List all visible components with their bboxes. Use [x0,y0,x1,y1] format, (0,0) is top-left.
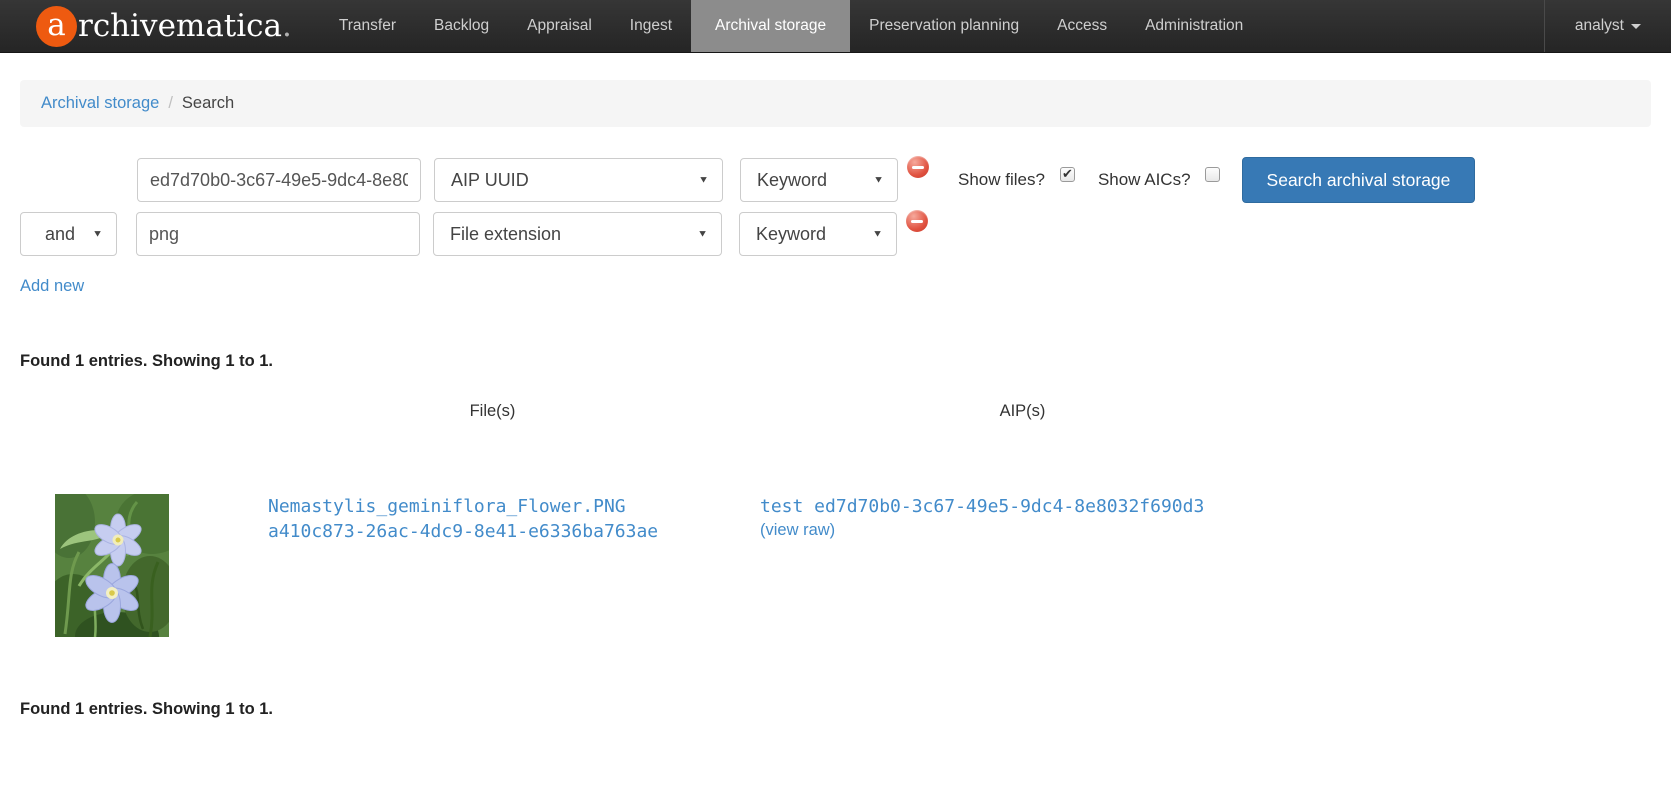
view-raw-link[interactable]: (view raw) [760,521,835,540]
aip-link[interactable]: test ed7d70b0-3c67-49e5-9dc4-8e8032f690d… [760,494,1204,519]
boolean-operator-select[interactable]: and ▼ [20,212,117,256]
search-criterion-row: and ▼ File extension ▼ Keyword ▼ [20,212,1651,256]
results-table: File(s) AIP(s) [20,400,1300,637]
table-row-file-cell: Nemastylis_geminiflora_Flower.PNG a410c8… [240,421,745,637]
file-name-link[interactable]: Nemastylis_geminiflora_Flower.PNG [268,494,626,519]
nav-item-appraisal[interactable]: Appraisal [508,0,611,52]
add-new-link[interactable]: Add new [20,277,84,296]
nav-item-ingest[interactable]: Ingest [611,0,691,52]
nav-item-archival-storage[interactable]: Archival storage [691,0,850,52]
flower-photo-thumbnail [55,494,169,637]
minus-circle-icon[interactable] [907,156,929,178]
query-type-select-1[interactable]: Keyword ▼ [740,158,898,202]
search-criterion-row: AIP UUID ▼ Keyword ▼ Show files? Show AI… [20,158,1651,202]
logo-orange-a-icon: a [36,6,77,47]
query-type-select-2-value: Keyword [756,224,826,245]
logo-period: . [282,8,292,44]
select-arrow-icon: ▼ [872,229,883,239]
archivematica-logo[interactable]: archivematica. [0,0,292,52]
show-files-checkbox[interactable] [1060,167,1075,182]
user-name: analyst [1575,17,1624,35]
table-row-aip-cell: test ed7d70b0-3c67-49e5-9dc4-8e8032f690d… [745,421,1300,637]
caret-down-icon [1631,24,1641,29]
field-select-1-value: AIP UUID [451,170,529,191]
breadcrumb: Archival storage / Search [20,80,1651,127]
results-summary-top: Found 1 entries. Showing 1 to 1. [20,352,1651,371]
show-aics-checkbox[interactable] [1205,167,1220,182]
main-navigation: Transfer Backlog Appraisal Ingest Archiv… [320,0,1262,52]
user-dropdown[interactable]: analyst [1544,0,1671,52]
files-column-header: File(s) [240,400,745,421]
field-select-1[interactable]: AIP UUID ▼ [434,158,723,202]
thumbnail-column-header [20,400,240,421]
field-select-2-value: File extension [450,224,561,245]
logo-text: rchivematica [78,8,282,44]
table-row-thumbnail-cell [20,421,240,637]
results-summary-bottom: Found 1 entries. Showing 1 to 1. [20,700,1651,719]
query-type-select-1-value: Keyword [757,170,827,191]
nav-item-administration[interactable]: Administration [1126,0,1262,52]
aips-column-header: AIP(s) [745,400,1300,421]
nav-item-access[interactable]: Access [1038,0,1126,52]
query-type-select-2[interactable]: Keyword ▼ [739,212,897,256]
show-aics-label: Show AICs? [1098,170,1191,190]
nav-item-preservation-planning[interactable]: Preservation planning [850,0,1038,52]
nav-item-transfer[interactable]: Transfer [320,0,415,52]
select-arrow-icon: ▼ [873,175,884,185]
show-files-label: Show files? [958,170,1045,190]
result-thumbnail-link[interactable] [55,494,240,637]
minus-circle-icon[interactable] [906,210,928,232]
breadcrumb-separator: / [168,94,173,112]
file-uuid-link[interactable]: a410c873-26ac-4dc9-8e41-e6336ba763ae [268,519,658,544]
select-arrow-icon: ▼ [698,175,709,185]
breadcrumb-archival-storage-link[interactable]: Archival storage [41,94,159,112]
boolean-operator-value: and [45,224,75,245]
search-archival-storage-button[interactable]: Search archival storage [1242,157,1476,203]
field-select-2[interactable]: File extension ▼ [433,212,722,256]
archival-storage-search-form: AIP UUID ▼ Keyword ▼ Show files? Show AI… [20,158,1651,296]
select-arrow-icon: ▼ [697,229,708,239]
nav-item-backlog[interactable]: Backlog [415,0,508,52]
breadcrumb-current-page: Search [182,94,234,112]
select-arrow-icon: ▼ [92,229,103,239]
query-input-1[interactable] [137,158,421,202]
top-navbar: archivematica. Transfer Backlog Appraisa… [0,0,1671,53]
query-input-2[interactable] [136,212,420,256]
